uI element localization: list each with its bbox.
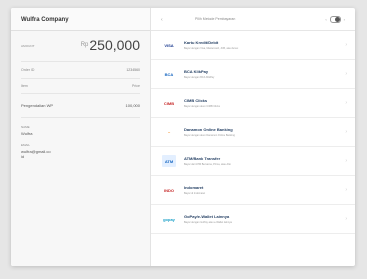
payment-text: Danamon Online Banking Bayar dengan akun … bbox=[184, 127, 345, 137]
payment-description: Bayar dengan akun CIMB Clicks bbox=[184, 104, 220, 108]
payment-name: Danamon Online Banking bbox=[184, 127, 233, 133]
payment-method-item[interactable]: INDO Indomaret Bayar di Indomaret › bbox=[151, 176, 355, 205]
name-label: Name bbox=[21, 125, 30, 129]
payment-description: Bayar dari ATM Bersama, Prima, atau Alto bbox=[184, 162, 231, 166]
payment-logo-icon: INDO bbox=[162, 184, 176, 196]
payment-text: ATM/Bank Transfer Bayar dari ATM Bersama,… bbox=[184, 156, 345, 166]
customer-email-field: Email wulfra@gmail.co id bbox=[11, 136, 150, 159]
payment-topbar: ‹ PIlih Metode Pembayaran ‹ › bbox=[151, 8, 355, 31]
payment-name: CIMB Clicks bbox=[184, 98, 208, 104]
payment-methods-panel: ‹ PIlih Metode Pembayaran ‹ › VISA Kartu … bbox=[151, 8, 355, 266]
chevron-right-icon: › bbox=[345, 100, 347, 106]
item-price: 100,000 bbox=[125, 103, 140, 108]
payment-method-item[interactable]: ATM ATM/Bank Transfer Bayar dari ATM Bersa… bbox=[151, 147, 355, 176]
payment-logo-icon: CIMB bbox=[162, 97, 176, 109]
payment-name: Indomaret bbox=[184, 185, 204, 191]
payment-text: Indomaret Bayar di Indomaret bbox=[184, 185, 345, 195]
chevron-right-icon: › bbox=[345, 129, 347, 135]
email-label: Email bbox=[21, 143, 31, 147]
item-header-row: Item Price bbox=[21, 79, 140, 94]
item-row: Pengendalian WP 100,000 bbox=[21, 94, 140, 118]
chevron-right-icon: › bbox=[345, 187, 347, 193]
payment-logo-icon: BCA bbox=[162, 68, 176, 80]
payment-name: GoPay/e-Wallet Lainnya bbox=[184, 214, 230, 220]
payment-description: Bayar dengan GoPay atau e-Wallet lainnya bbox=[184, 220, 232, 224]
language-toggle[interactable] bbox=[329, 15, 341, 23]
payment-description: Bayar dengan BCA KlikPay bbox=[184, 75, 215, 79]
payment-method-item[interactable]: gopay GoPay/e-Wallet Lainnya Bayar dengan … bbox=[151, 205, 355, 234]
chevron-right-icon: › bbox=[345, 42, 347, 48]
payment-text: Kartu Kredit/Debit Bayar dengan Visa, Mas… bbox=[184, 40, 345, 50]
payment-logo-icon: ~ bbox=[162, 126, 176, 138]
order-id-label: Order ID bbox=[21, 68, 35, 72]
order-id-value: 1234560 bbox=[126, 68, 140, 72]
item-header: Item bbox=[21, 84, 28, 88]
payment-text: GoPay/e-Wallet Lainnya Bayar dengan GoPay… bbox=[184, 214, 345, 224]
payment-text: CIMB Clicks Bayar dengan akun CIMB Clicks bbox=[184, 98, 345, 108]
payment-method-item[interactable]: CIMB CIMB Clicks Bayar dengan akun CIMB Cl… bbox=[151, 89, 355, 118]
amount-number: 250,000 bbox=[89, 37, 140, 53]
payment-window: Wulfra Company Amount Rp250,000 Order ID… bbox=[11, 8, 355, 266]
chevron-right-icon: › bbox=[345, 216, 347, 222]
order-summary-panel: Wulfra Company Amount Rp250,000 Order ID… bbox=[11, 8, 151, 266]
payment-name: BCA KlikPay bbox=[184, 69, 209, 75]
chevron-right-icon: › bbox=[345, 158, 347, 164]
chevron-right-icon[interactable]: › bbox=[344, 17, 345, 22]
amount-label: Amount bbox=[21, 44, 35, 48]
chevron-left-icon[interactable]: ‹ bbox=[325, 17, 326, 22]
payment-logo-icon: gopay bbox=[162, 213, 176, 225]
price-header: Price bbox=[132, 84, 140, 88]
payment-name: ATM/Bank Transfer bbox=[184, 156, 221, 162]
payment-method-item[interactable]: VISA Kartu Kredit/Debit Bayar dengan Visa,… bbox=[151, 31, 355, 60]
chevron-right-icon: › bbox=[345, 71, 347, 77]
back-arrow-icon[interactable]: ‹ bbox=[161, 17, 163, 23]
customer-name-field: Name Wulfra bbox=[11, 118, 150, 136]
payment-method-item[interactable]: BCA BCA KlikPay Bayar dengan BCA KlikPay › bbox=[151, 60, 355, 89]
company-name: Wulfra Company bbox=[11, 8, 150, 31]
payment-description: Bayar dengan Visa, Mastercard, JCB, atau… bbox=[184, 46, 239, 50]
payment-logo-icon: VISA bbox=[162, 39, 176, 51]
payment-text: BCA KlikPay Bayar dengan BCA KlikPay bbox=[184, 69, 345, 79]
item-name: Pengendalian WP bbox=[21, 103, 54, 108]
payment-method-item[interactable]: ~ Danamon Online Banking Bayar dengan akun… bbox=[151, 118, 355, 147]
order-id-row: Order ID 1234560 bbox=[21, 62, 140, 79]
email-extra: id bbox=[21, 154, 25, 159]
payment-logo-icon: ATM bbox=[162, 155, 176, 167]
amount-value: Rp250,000 bbox=[81, 37, 140, 53]
payment-description: Bayar di Indomaret bbox=[184, 191, 206, 195]
topbar-icons: ‹ › bbox=[325, 15, 345, 23]
payment-name: Kartu Kredit/Debit bbox=[184, 40, 219, 46]
currency-label: Rp bbox=[80, 42, 89, 48]
amount-row: Amount Rp250,000 bbox=[21, 31, 140, 62]
payment-methods-list: VISA Kartu Kredit/Debit Bayar dengan Visa,… bbox=[151, 31, 355, 234]
payment-description: Bayar dengan akun Danamon Online Banking bbox=[184, 133, 235, 137]
payment-title: PIlih Metode Pembayaran bbox=[195, 17, 236, 21]
